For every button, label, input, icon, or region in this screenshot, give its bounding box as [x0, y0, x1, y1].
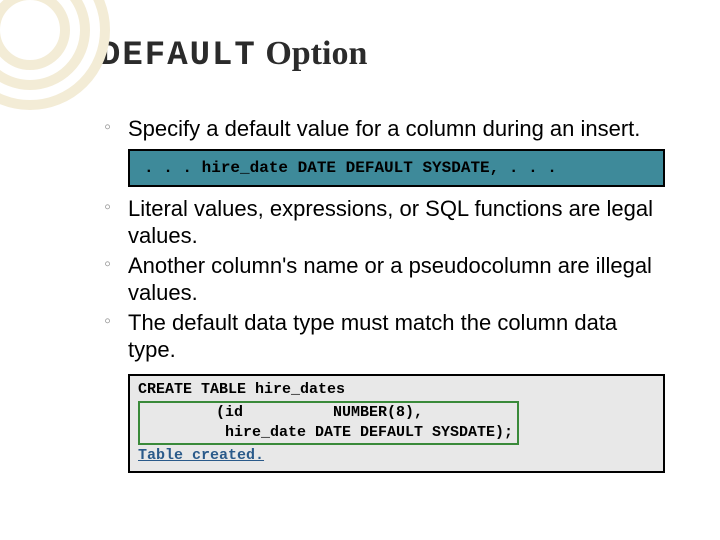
code-snippet-2: CREATE TABLE hire_dates (id NUMBER(8), h… [128, 374, 665, 473]
bullet-list-2: Literal values, expressions, or SQL func… [100, 195, 665, 364]
code2-inner-box: (id NUMBER(8), hire_date DATE DEFAULT SY… [138, 401, 519, 446]
bullet-3: Another column's name or a pseudocolumn … [128, 252, 665, 307]
bullet-2: Literal values, expressions, or SQL func… [128, 195, 665, 250]
bullet-list: Specify a default value for a column dur… [100, 115, 665, 143]
slide-title: DEFAULT Option [100, 35, 665, 75]
title-rest: Option [257, 35, 368, 72]
bullet-1: Specify a default value for a column dur… [128, 115, 665, 143]
title-mono: DEFAULT [100, 37, 257, 75]
code2-line1: CREATE TABLE hire_dates [138, 381, 345, 398]
code2-line2: (id NUMBER(8), [144, 404, 423, 421]
code-snippet-1: . . . hire_date DATE DEFAULT SYSDATE, . … [128, 149, 665, 187]
code2-result: Table created. [138, 447, 264, 464]
code2-line3: hire_date DATE DEFAULT SYSDATE); [144, 424, 513, 441]
bullet-4: The default data type must match the col… [128, 309, 665, 364]
corner-decoration [0, 0, 110, 110]
